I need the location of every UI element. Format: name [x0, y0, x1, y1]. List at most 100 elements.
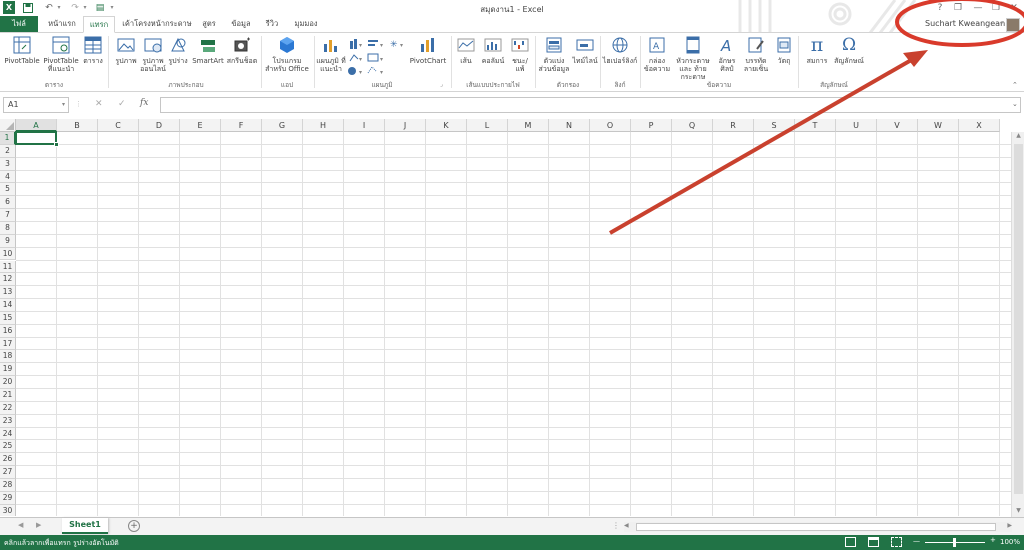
row-header[interactable]: 29	[0, 491, 16, 505]
page-layout-view-icon[interactable]	[868, 537, 879, 547]
row-header[interactable]: 18	[0, 350, 16, 364]
name-box[interactable]: A1 ▾	[3, 97, 69, 113]
column-header[interactable]: J	[385, 119, 426, 132]
online-pictures-button[interactable]: รูปภาพ ออนไลน์	[140, 36, 166, 73]
column-header[interactable]: D	[139, 119, 180, 132]
tab-view[interactable]: มุมมอง	[288, 16, 324, 33]
row-header[interactable]: 22	[0, 401, 16, 415]
column-header[interactable]: S	[754, 119, 795, 132]
scroll-sheets-left-icon[interactable]: ◀	[18, 521, 23, 529]
screenshot-button[interactable]: สกรีนช็อต	[225, 36, 259, 65]
zoom-out-icon[interactable]: —	[913, 537, 920, 545]
row-header[interactable]: 30	[0, 504, 16, 516]
row-header[interactable]: 4	[0, 170, 16, 184]
tab-home[interactable]: หน้าแรก	[42, 16, 82, 33]
sparkline-line-button[interactable]: เส้น	[453, 36, 479, 65]
user-name[interactable]: Suchart Kweangean	[925, 19, 1005, 28]
vertical-scroll-thumb[interactable]	[1014, 144, 1023, 494]
row-header[interactable]: 16	[0, 324, 16, 338]
ribbon-display-options-icon[interactable]: ❐	[952, 1, 964, 14]
worksheet-grid[interactable]: A B C D E F G H I J K L M N O P Q R S T U V W X 1 2 3 4 5 6 7 8 9 10 11 12 1…	[0, 119, 1024, 516]
slicer-button[interactable]: ตัวแบ่ง ส่วนข้อมูล	[537, 36, 571, 73]
select-all-button[interactable]	[0, 119, 16, 132]
row-header[interactable]: 6	[0, 196, 16, 210]
cancel-icon[interactable]: ✕	[95, 99, 103, 109]
row-header[interactable]: 11	[0, 260, 16, 274]
enter-icon[interactable]: ✓	[118, 99, 126, 109]
column-header[interactable]: K	[426, 119, 467, 132]
row-header[interactable]: 28	[0, 478, 16, 492]
pictures-button[interactable]: รูปภาพ	[112, 36, 140, 65]
row-header[interactable]: 15	[0, 311, 16, 325]
row-header[interactable]: 10	[0, 247, 16, 261]
timeline-button[interactable]: ไทม์ไลน์	[571, 36, 599, 65]
row-header[interactable]: 21	[0, 389, 16, 402]
text-box-button[interactable]: A กล่อง ข้อความ	[642, 36, 672, 73]
row-header[interactable]: 17	[0, 337, 16, 351]
column-header[interactable]: P	[631, 119, 672, 132]
row-header[interactable]: 12	[0, 273, 16, 287]
tab-insert[interactable]: แทรก	[83, 16, 115, 33]
help-icon[interactable]: ?	[935, 1, 945, 14]
sparkline-column-button[interactable]: คอลัมน์	[479, 36, 507, 65]
scroll-up-icon[interactable]: ▲	[1013, 132, 1024, 142]
column-header[interactable]: T	[795, 119, 836, 132]
row-header[interactable]: 25	[0, 440, 16, 454]
column-header[interactable]: B	[57, 119, 98, 132]
row-header[interactable]: 5	[0, 183, 16, 197]
tab-file[interactable]: ไฟล์	[0, 16, 38, 33]
minimize-icon[interactable]: —	[972, 1, 984, 14]
scroll-left-icon[interactable]: ◀	[624, 522, 629, 529]
header-footer-button[interactable]: หัวกระดาษและ ท้ายกระดาษ	[672, 36, 714, 81]
new-sheet-icon[interactable]: +	[128, 520, 140, 532]
column-header[interactable]: H	[303, 119, 344, 132]
column-header[interactable]: W	[918, 119, 959, 132]
fill-handle[interactable]	[54, 141, 59, 147]
tab-formulas[interactable]: สูตร	[197, 16, 221, 33]
close-icon[interactable]: ✕	[1008, 1, 1020, 14]
recommended-charts-button[interactable]: แผนภูมิ ที่แนะนำ	[316, 36, 346, 73]
zoom-slider-thumb[interactable]	[953, 538, 956, 547]
recommended-pivottable-button[interactable]: PivotTable ที่แนะนำ	[42, 36, 80, 73]
sparkline-win-loss-button[interactable]: ชนะ/ แพ้	[507, 36, 533, 73]
row-header[interactable]: 27	[0, 466, 16, 479]
collapse-ribbon-icon[interactable]: ⌃	[1012, 81, 1018, 89]
smartart-button[interactable]: SmartArt	[190, 36, 226, 65]
column-header[interactable]: G	[262, 119, 303, 132]
column-header[interactable]: E	[180, 119, 221, 132]
row-header[interactable]: 26	[0, 453, 16, 467]
row-header[interactable]: 3	[0, 157, 16, 171]
row-header[interactable]: 2	[0, 144, 16, 158]
vertical-scrollbar[interactable]: ▲ ▼	[1011, 132, 1024, 517]
table-button[interactable]: ตาราง	[81, 36, 105, 65]
formula-input[interactable]	[160, 97, 1021, 113]
row-header[interactable]: 1	[0, 132, 16, 145]
expand-formula-bar-icon[interactable]: ⌄	[1012, 100, 1018, 108]
row-header[interactable]: 20	[0, 376, 16, 389]
row-header[interactable]: 24	[0, 427, 16, 441]
insert-function-icon[interactable]: fx	[140, 98, 148, 108]
apps-for-office-button[interactable]: โปรแกรมสำหรับ Office	[263, 36, 311, 73]
column-header[interactable]: M	[508, 119, 549, 132]
object-button[interactable]: วัตถุ	[772, 36, 796, 65]
chart-type-gallery[interactable]: ▾ ▾ ✳ ▾ ▾ ▾ ▾ ▾	[348, 37, 408, 77]
account-dropdown-icon[interactable]: ▾	[1000, 20, 1003, 27]
avatar[interactable]	[1006, 18, 1020, 32]
column-header[interactable]: U	[836, 119, 877, 132]
zoom-slider[interactable]	[925, 538, 985, 547]
row-header[interactable]: 7	[0, 209, 16, 222]
pivotchart-button[interactable]: PivotChart	[408, 36, 448, 65]
row-header[interactable]: 9	[0, 234, 16, 248]
scroll-sheets-right-icon[interactable]: ▶	[36, 521, 41, 529]
column-header[interactable]: C	[98, 119, 139, 132]
scroll-down-icon[interactable]: ▼	[1013, 507, 1024, 517]
column-header[interactable]: O	[590, 119, 631, 132]
scroll-right-icon[interactable]: ▶	[1007, 522, 1012, 529]
row-header[interactable]: 23	[0, 414, 16, 428]
restore-icon[interactable]: ❐	[990, 1, 1002, 14]
column-header[interactable]: X	[959, 119, 1000, 132]
selected-cell-a1[interactable]	[15, 131, 59, 147]
row-header[interactable]: 8	[0, 221, 16, 235]
horizontal-scrollbar[interactable]: ◀ ▶	[624, 522, 1012, 532]
column-header[interactable]: N	[549, 119, 590, 132]
